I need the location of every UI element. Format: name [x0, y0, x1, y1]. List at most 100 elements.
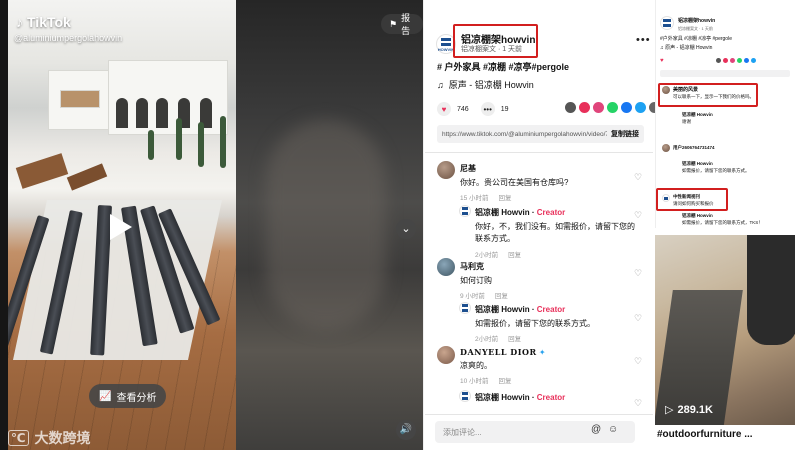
comment-author[interactable]: 铝凉棚 Howvin ·: [475, 208, 537, 217]
reply-button[interactable]: 回复: [499, 375, 512, 385]
heart-outline-icon: ♡: [634, 172, 643, 182]
reply-button[interactable]: 回复: [508, 333, 521, 343]
reply-button[interactable]: 回复: [499, 192, 512, 202]
comment-item: 铝凉棚 Howvin · Creator: [475, 392, 635, 403]
creator-badge: Creator: [536, 208, 566, 217]
flag-icon: ⚑: [389, 18, 398, 29]
related-video-thumbnail[interactable]: ▷ 289.1K: [655, 235, 795, 425]
video-player[interactable]: ♪ TikTok @aluminiumpergolahowvin ⚑ 报告 ⌄ …: [0, 0, 423, 450]
comment-like-button[interactable]: ♡: [634, 356, 642, 367]
video-handle: @aluminiumpergolahowvin: [14, 33, 123, 43]
view-count: ▷ 289.1K: [665, 403, 713, 417]
heart-outline-icon: ♡: [634, 356, 643, 366]
tiktok-logo: ♪ TikTok: [16, 14, 71, 30]
music-note-icon: ♫: [437, 79, 444, 90]
share-red-icon[interactable]: [593, 102, 604, 113]
divider: [425, 152, 653, 153]
facebook-icon[interactable]: [621, 102, 632, 113]
comment-text: 你好，不，我们没有。如需报价，请留下您的联系方式。: [475, 222, 635, 243]
author-subtitle: 铝凉棚案文 · 1 天前: [678, 26, 713, 31]
highlight-box: [656, 188, 728, 211]
reply-button[interactable]: 回复: [508, 249, 521, 259]
watermark: ℃ 大数跨境: [8, 428, 91, 448]
heart-icon: ♥: [441, 104, 447, 114]
mention-icon[interactable]: @: [591, 424, 601, 435]
comment-like-button[interactable]: ♡: [634, 210, 642, 221]
highlight-box: [658, 83, 758, 107]
comment-text: 凉爽的。: [460, 361, 492, 370]
comment-input[interactable]: 添加评论...: [435, 421, 635, 443]
comment-time: 10 小时前: [460, 378, 489, 385]
comment-text: 如需报价，请留下您的联系方式。: [475, 319, 595, 328]
comment-author[interactable]: 铝凉棚 Howvin ·: [475, 305, 537, 314]
avatar[interactable]: [437, 161, 455, 179]
comment-author: 铝凉棚 Howvin: [682, 213, 713, 218]
creator-badge: Creator: [536, 305, 566, 314]
comment-like-button[interactable]: ♡: [634, 268, 642, 279]
video-url[interactable]: https://www.tiktok.com/@aluminiumpergola…: [437, 131, 607, 138]
play-icon[interactable]: [110, 214, 132, 240]
share-icons: [716, 58, 756, 63]
view-analytics-button[interactable]: 📈 查看分析: [89, 384, 167, 408]
reply-button[interactable]: 回复: [495, 290, 508, 300]
comment-author[interactable]: 铝凉棚 Howvin ·: [475, 393, 537, 402]
comment-time: 2小时前: [475, 336, 499, 343]
share-icons: [565, 102, 660, 113]
related-video-title[interactable]: #outdoorfurniture ...: [657, 429, 753, 440]
heart-outline-icon: ♡: [634, 398, 643, 408]
post-hashtags: #户外家具 #凉棚 #凉亭 #pergole: [660, 36, 732, 42]
comment-item: 马利克 如何订购 9 小时前 回复: [460, 261, 630, 300]
embed-icon[interactable]: [565, 102, 576, 113]
like-button[interactable]: ♥: [437, 102, 451, 116]
comment-author: 铝凉棚 Howvin: [682, 161, 713, 166]
copy-link-button[interactable]: 复制链接: [607, 129, 639, 139]
emoji-icon[interactable]: ☺: [608, 424, 618, 435]
comment-like-button[interactable]: ♡: [634, 313, 642, 324]
volume-icon[interactable]: 🔊: [396, 420, 416, 440]
sound-name: 原声 - 铝凉棚 Howvin: [448, 80, 534, 90]
comment-like-button[interactable]: ♡: [634, 398, 642, 409]
author-name: 铝凉棚架howvin: [678, 18, 716, 24]
comment-author: 铝凉棚 Howvin: [682, 112, 713, 117]
whatsapp-icon[interactable]: [607, 102, 618, 113]
avatar[interactable]: [437, 346, 455, 364]
sound-row[interactable]: ♫ 原声 - 铝凉棚 Howvin: [437, 78, 534, 91]
comment-text: 如需报价，请留下您的联系方式。: [682, 168, 750, 173]
comment-like-button[interactable]: ♡: [634, 172, 642, 183]
page-root: ♪ TikTok @aluminiumpergolahowvin ⚑ 报告 ⌄ …: [0, 0, 800, 453]
avatar[interactable]: [437, 258, 455, 276]
comment-text: 如需报价，请留下您的联系方式，TKS！: [682, 220, 763, 225]
report-button[interactable]: ⚑ 报告: [381, 13, 423, 36]
comment-button[interactable]: •••: [480, 102, 495, 116]
heart-icon: ♥: [660, 58, 664, 64]
comment-time: 9 小时前: [460, 293, 485, 300]
video-blurred-side: [236, 0, 423, 450]
avatar[interactable]: [459, 390, 471, 402]
comment-author[interactable]: 马利克: [460, 261, 630, 272]
comment-item: DANYELL DIOR ✦ 凉爽的。 10 小时前 回复: [460, 347, 630, 385]
like-count: 746: [457, 105, 469, 113]
sound-name: ♫ 原声 - 铝凉棚 Howvin: [660, 45, 713, 51]
chevron-down-icon[interactable]: ⌄: [396, 219, 416, 239]
link-bar: https://www.tiktok.com/@aluminiumpergola…: [437, 125, 644, 143]
verified-icon: ✦: [538, 348, 546, 357]
comment-text: 谢谢: [682, 119, 691, 124]
more-icon[interactable]: •••: [636, 34, 651, 46]
tiktok-wordmark: TikTok: [27, 14, 71, 30]
add-comment-bar: 添加评论... @ ☺: [425, 414, 653, 450]
watermark-text: 大数跨境: [34, 430, 91, 446]
twitter-icon[interactable]: [635, 102, 646, 113]
post-hashtags[interactable]: # 户外家具 #凉棚 #凉亭#pergole: [437, 60, 569, 73]
heart-outline-icon: ♡: [634, 313, 643, 323]
comment-item: 铝凉棚 Howvin · Creator 如需报价，请留下您的联系方式。 2小时…: [475, 304, 635, 343]
engagement-stats: ♥ 746 ••• 19: [437, 102, 508, 116]
avatar[interactable]: [459, 302, 471, 314]
comment-author[interactable]: 尼基: [460, 163, 630, 174]
avatar[interactable]: [459, 205, 471, 217]
avatar: [660, 16, 674, 30]
view-count-value: 289.1K: [677, 403, 713, 416]
comment-text: 你好。贵公司在美国有仓库吗?: [460, 178, 569, 187]
send-icon[interactable]: [579, 102, 590, 113]
comment-author[interactable]: DANYELL DIOR: [460, 347, 537, 357]
comment-item: 铝凉棚 Howvin · Creator 你好，不，我们没有。如需报价，请留下您…: [475, 207, 635, 259]
